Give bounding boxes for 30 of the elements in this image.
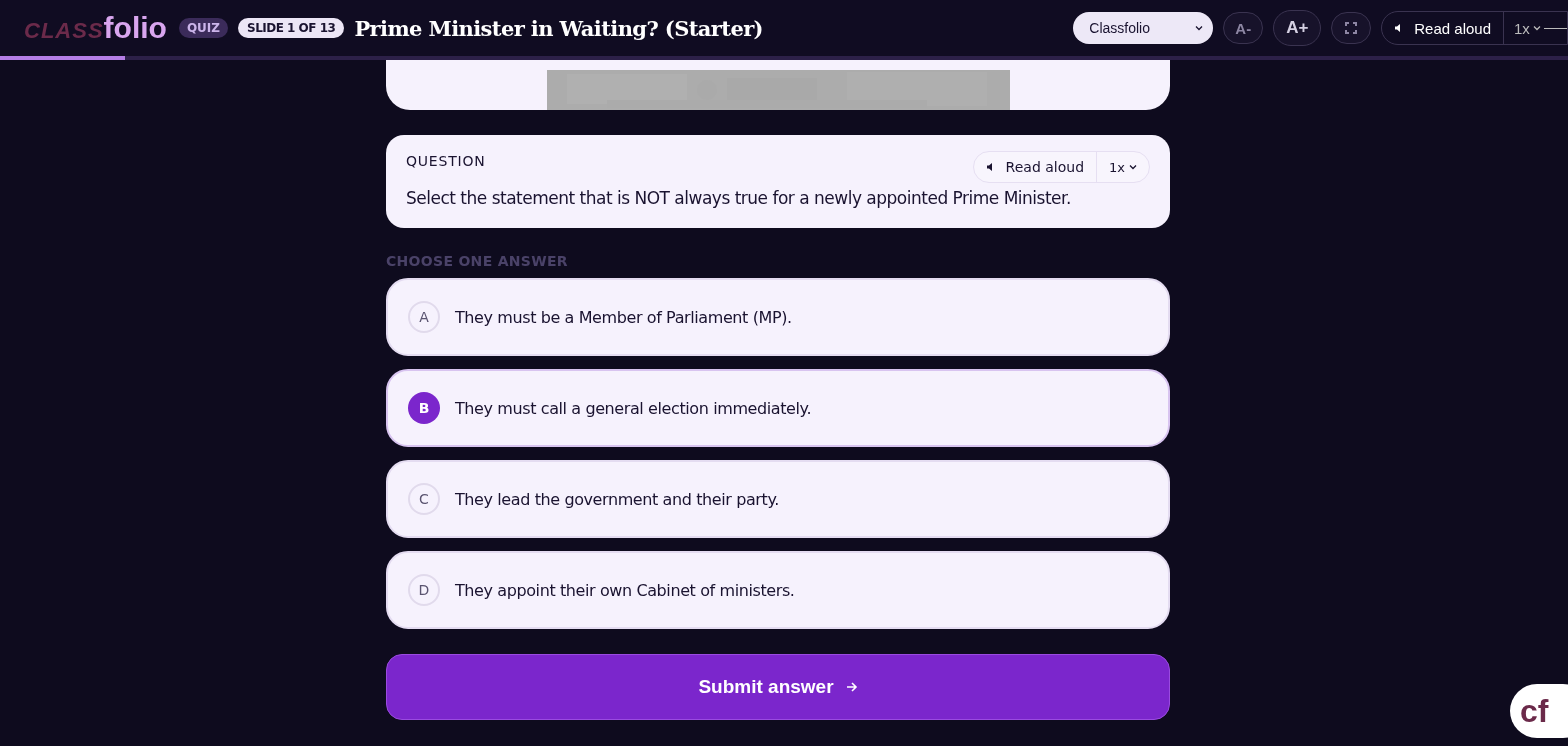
answer-letter: B <box>408 392 440 424</box>
logo: CLASSfolio <box>24 11 167 45</box>
chevron-icon <box>1129 164 1137 170</box>
read-aloud-button[interactable]: Read aloud <box>973 152 1097 182</box>
chevron-icon <box>1532 25 1541 31</box>
answer-option[interactable]: B They must call a general election immediately. <box>386 369 1170 447</box>
answers-label: CHOOSE ONE ANSWER <box>386 254 569 268</box>
answer-letter: C <box>408 483 440 515</box>
speed-select[interactable]: 1x <box>1503 12 1567 44</box>
speed-select[interactable]: 1x <box>1096 152 1149 182</box>
answer-letter: A <box>408 301 440 333</box>
question-label: QUESTION <box>406 153 486 169</box>
fullscreen-button[interactable] <box>1331 12 1372 44</box>
slide-counter: SLIDE 1 OF 13 <box>238 18 345 38</box>
quiz-title: Prime Minister in Waiting? (Starter) <box>354 15 763 41</box>
answer-option[interactable]: C They lead the government and their party. <box>386 460 1170 538</box>
chevron-icon <box>1195 25 1204 31</box>
answer-letter: D <box>408 574 440 606</box>
corner-badge[interactable]: cf <box>1510 684 1568 738</box>
theme-select[interactable]: Classfolio <box>1073 12 1214 44</box>
answer-option[interactable]: D They appoint their own Cabinet of ministers. <box>386 551 1170 629</box>
submit-button[interactable]: Submit answer <box>386 654 1170 720</box>
answer-option[interactable]: A They must be a Member of Parliament (MP). <box>386 278 1170 356</box>
question-text: Select the statement that is NOT always true for a newly appointed Prime Minister. <box>406 188 1072 208</box>
fullscreen-icon <box>1345 22 1358 34</box>
arrow-right-icon <box>845 681 858 693</box>
font-larger-button[interactable]: A+ <box>1273 10 1322 46</box>
quiz-badge: QUIZ <box>178 18 228 38</box>
read-aloud-button[interactable]: Read aloud <box>1382 12 1503 44</box>
font-smaller-button[interactable]: A- <box>1223 12 1264 44</box>
